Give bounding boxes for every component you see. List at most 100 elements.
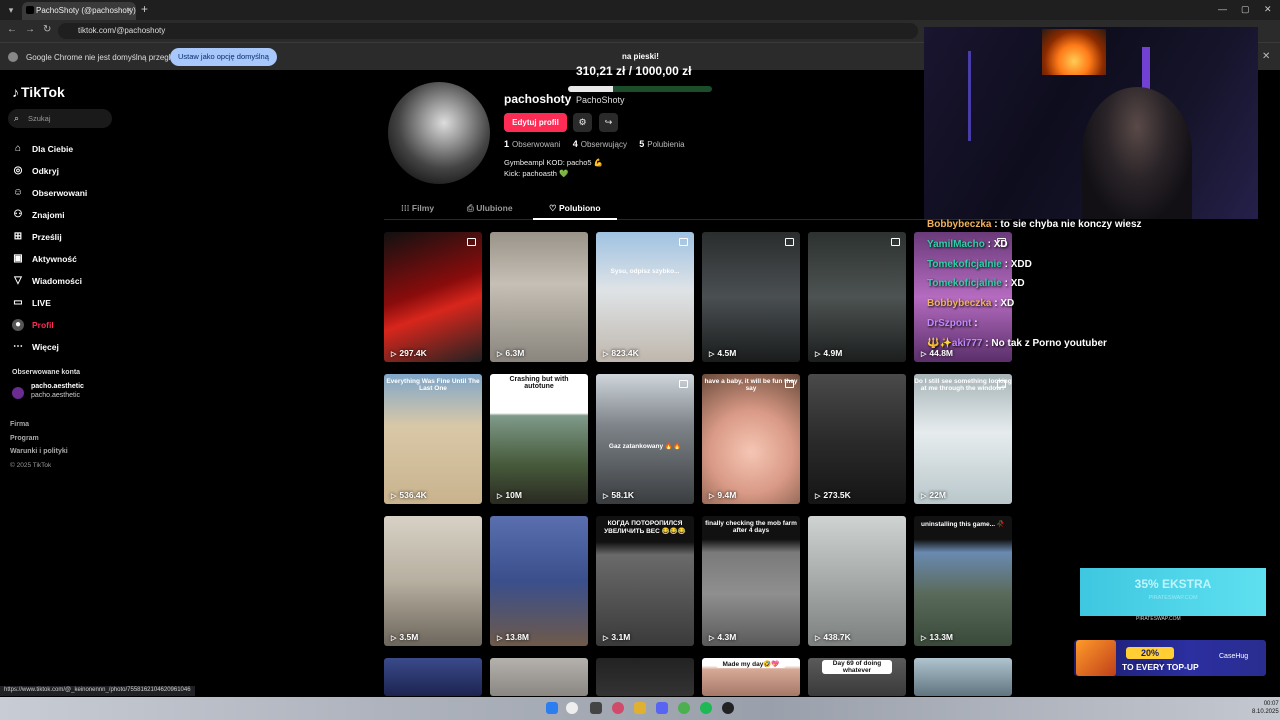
tab-close-icon[interactable]: ×	[127, 5, 132, 15]
sidebar-item-activity[interactable]: ▣ Aktywność	[12, 248, 87, 270]
chat-username[interactable]: Tomekoficjalnie	[927, 259, 1002, 270]
video-tile[interactable]: ▷ 4.9M	[808, 232, 906, 362]
tab-ulubione[interactable]: ⎙ Ulubione	[467, 203, 513, 214]
active-tab-indicator	[533, 218, 617, 220]
chat-username[interactable]: Bobbybeczka	[927, 219, 991, 230]
chat-username[interactable]: Bobbybeczka	[927, 298, 991, 309]
sidebar-item-upload[interactable]: ⊞ Prześlij	[12, 226, 87, 248]
new-tab-icon[interactable]: +	[141, 2, 148, 16]
play-icon: ▷	[709, 351, 715, 358]
video-tile[interactable]: ▷ 3.5M	[384, 516, 482, 646]
video-caption: Sysu, odpisz szybko...	[610, 268, 680, 275]
obs-icon[interactable]	[722, 702, 734, 714]
browser-tab[interactable]: PachoShoty (@pachoshoty) ×	[22, 2, 136, 20]
sidebar-item-home[interactable]: ⌂ Dla Ciebie	[12, 138, 87, 160]
casehug-ad[interactable]: 20% EXTRA TO EVERY TOP-UP CaseHug	[1074, 640, 1266, 676]
sidebar-item-following[interactable]: ☺ Obserwowani	[12, 182, 87, 204]
sidebar-item-label: Odkryj	[32, 166, 59, 176]
footer-link-firma[interactable]: Firma	[10, 421, 68, 435]
video-tile[interactable]: Everything Was Fine Until The Last One ▷ 5…	[384, 374, 482, 504]
sidebar-item-label: Dla Ciebie	[32, 144, 74, 154]
photo-carousel-icon	[679, 380, 688, 388]
profile-stats: 1 Obserwowani 4 Obserwujący 5 Polubienia	[504, 139, 685, 149]
video-tile[interactable]: finally checking the mob farm after 4 da…	[702, 516, 800, 646]
video-tile[interactable]: ▷ 273.5K	[808, 374, 906, 504]
set-default-button[interactable]: Ustaw jako opcję domyślną	[170, 48, 277, 66]
video-tile[interactable]	[596, 658, 694, 696]
video-tile[interactable]	[914, 658, 1012, 696]
taskbar-clock[interactable]: 00:07 8.10.2025	[1252, 700, 1279, 716]
minimize-icon[interactable]: —	[1218, 4, 1227, 14]
video-tile[interactable]: Do I still see something looking at me t…	[914, 374, 1012, 504]
start-icon[interactable]	[546, 702, 558, 714]
sidebar-item-friends[interactable]: ⚇ Znajomi	[12, 204, 87, 226]
folder-icon[interactable]	[634, 702, 646, 714]
taskview-icon[interactable]	[590, 702, 602, 714]
view-count-value: 13.8M	[505, 632, 530, 642]
video-tile[interactable]	[490, 658, 588, 696]
play-icon: ▷	[709, 493, 715, 500]
video-tile[interactable]: ▷ 13.8M	[490, 516, 588, 646]
tab-filmy[interactable]: ⁞⁞⁞ Filmy	[401, 203, 434, 213]
app-icon[interactable]	[612, 702, 624, 714]
tab-list-icon[interactable]: ▾	[4, 3, 18, 17]
footer-link-terms[interactable]: Warunki i polityki	[10, 448, 68, 462]
more-icon: ⋯	[13, 341, 23, 352]
profile-avatar[interactable]	[388, 82, 490, 184]
edit-profile-button[interactable]: Edytuj profil	[504, 113, 567, 132]
infobar-close-icon[interactable]: ✕	[1262, 51, 1270, 62]
share-button[interactable]: ↪	[599, 113, 618, 132]
settings-icon: ⚙	[578, 117, 587, 127]
url-field[interactable]: tiktok.com/@pachoshoty	[58, 23, 918, 39]
view-count-value: 297.4K	[399, 348, 427, 358]
maximize-icon[interactable]: ▢	[1241, 4, 1250, 15]
video-tile[interactable]: Day 69 of doing whatever	[808, 658, 906, 696]
video-tile[interactable]: Crashing but with autotune ▷ 10M	[490, 374, 588, 504]
chat-message: YamilMacho : XD	[927, 238, 1008, 250]
chat-message: DrSzpont :	[927, 317, 978, 329]
reload-icon[interactable]: ↻	[43, 24, 51, 35]
sidebar-item-label: Obserwowani	[32, 188, 88, 198]
video-tile[interactable]	[384, 658, 482, 696]
chat-username[interactable]: YamilMacho	[927, 239, 985, 250]
sidebar-item-messages[interactable]: ▽ Wiadomości	[12, 270, 87, 292]
settings-button[interactable]: ⚙	[573, 113, 592, 132]
share-icon: ↪	[604, 117, 613, 127]
chat-username[interactable]: 🔱✨aki777	[927, 338, 983, 349]
video-tile[interactable]: ▷ 297.4K	[384, 232, 482, 362]
video-tile[interactable]: uninstalling this game... 🥀 ▷ 13.3M	[914, 516, 1012, 646]
spotify-icon[interactable]	[700, 702, 712, 714]
forward-icon[interactable]: →	[25, 24, 35, 35]
video-tile[interactable]: ▷ 6.3M	[490, 232, 588, 362]
back-icon[interactable]: ←	[7, 24, 17, 35]
view-count-value: 4.5M	[717, 348, 737, 358]
chat-message: 🔱✨aki777 : No tak z Porno youtuber	[927, 337, 1107, 349]
tab-polubiono[interactable]: ♡ Polubiono	[549, 203, 601, 214]
sidebar-item-live[interactable]: ▭ LIVE	[12, 292, 87, 314]
video-tile[interactable]: have a baby, it will be fun they say ▷ 9.4…	[702, 374, 800, 504]
tiktok-logo[interactable]: ♪ TikTok	[12, 84, 65, 100]
discord-icon[interactable]	[656, 702, 668, 714]
chrome-icon[interactable]	[678, 702, 690, 714]
search-icon: ⌕	[14, 113, 20, 123]
video-tile[interactable]: ▷ 4.5M	[702, 232, 800, 362]
chat-username[interactable]: Tomekoficjalnie	[927, 278, 1002, 289]
window-close-icon[interactable]: ✕	[1264, 4, 1272, 15]
footer-copyright: © 2025 TikTok	[10, 461, 52, 469]
followers-stat[interactable]: 4 Obserwujący	[573, 139, 627, 149]
sidebar-item-more[interactable]: ⋯ Więcej	[12, 336, 87, 358]
search-placeholder: Szukaj	[28, 114, 51, 123]
video-tile[interactable]: ▷ 438.7K	[808, 516, 906, 646]
pirateswap-ad[interactable]: 35% EKSTRA PIRATESWAP.COM	[1080, 568, 1266, 616]
sidebar-item-compass[interactable]: ◎ Odkryj	[12, 160, 87, 182]
footer-link-program[interactable]: Program	[10, 435, 68, 449]
video-tile[interactable]: Made my day🤣💖	[702, 658, 800, 696]
video-tile[interactable]: Sysu, odpisz szybko... ▷ 823.4K	[596, 232, 694, 362]
following-stat[interactable]: 1 Obserwowani	[504, 139, 560, 149]
sidebar-item-profile[interactable]: ● Profil	[12, 314, 87, 336]
search-input[interactable]: ⌕ Szukaj	[8, 109, 112, 128]
video-tile[interactable]: КОГДА ПОТОРОПИЛСЯ УВЕЛИЧИТЬ ВЕС 😂😂😂 ▷ 3.1M	[596, 516, 694, 646]
chat-username[interactable]: DrSzpont	[927, 318, 971, 329]
video-tile[interactable]: Gaz zatankowany 🔥🔥 ▷ 58.1K	[596, 374, 694, 504]
search-icon[interactable]	[566, 702, 578, 714]
